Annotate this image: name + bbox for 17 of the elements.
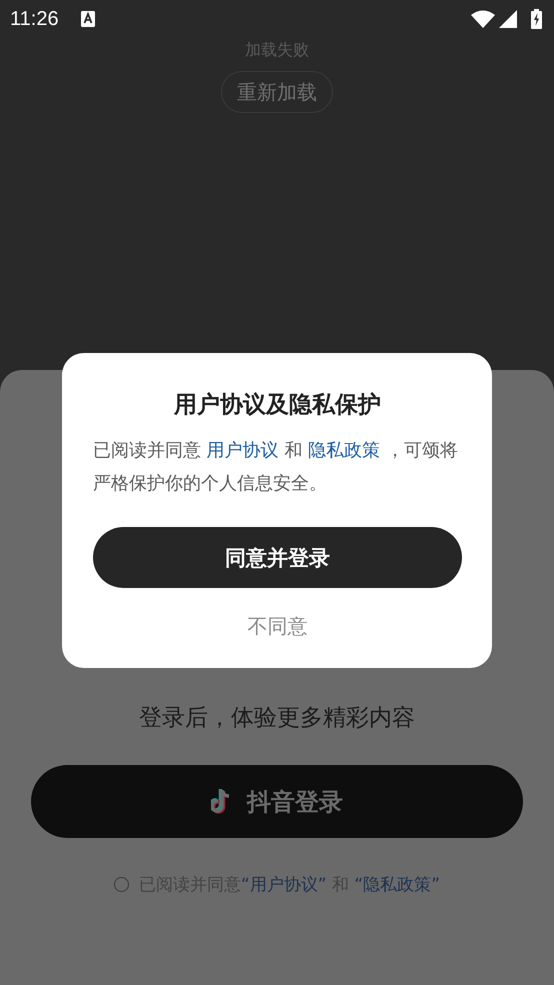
agreement-link[interactable]: 用户协议 [206,440,279,461]
agreement-link[interactable]: 隐私政策 [308,440,380,461]
dialog-title: 用户协议及隐私保护 [174,391,381,420]
wifi-icon [471,10,495,28]
reload-button[interactable]: 重新加载 [221,71,333,113]
keyboard-a-icon [80,11,95,27]
agreement-link[interactable]: “用户协议” [240,875,327,895]
agree-login-button[interactable]: 同意并登录 [93,527,462,588]
signal-icon [499,10,517,28]
agreement-link[interactable]: “隐私政策” [354,875,440,895]
agreement-checkbox[interactable] [114,877,129,892]
status-time: 11:26 [10,8,59,30]
login-headline: 登录后，体验更多精彩内容 [139,704,415,733]
douyin-login-button[interactable]: 抖音登录 [31,765,523,838]
battery-icon [531,9,542,29]
decline-button[interactable]: 不同意 [248,613,308,640]
dialog-message: 已阅读并同意 用户协议 和 隐私政策 ，可颂将严格保护你的个人信息安全。 [93,439,459,496]
